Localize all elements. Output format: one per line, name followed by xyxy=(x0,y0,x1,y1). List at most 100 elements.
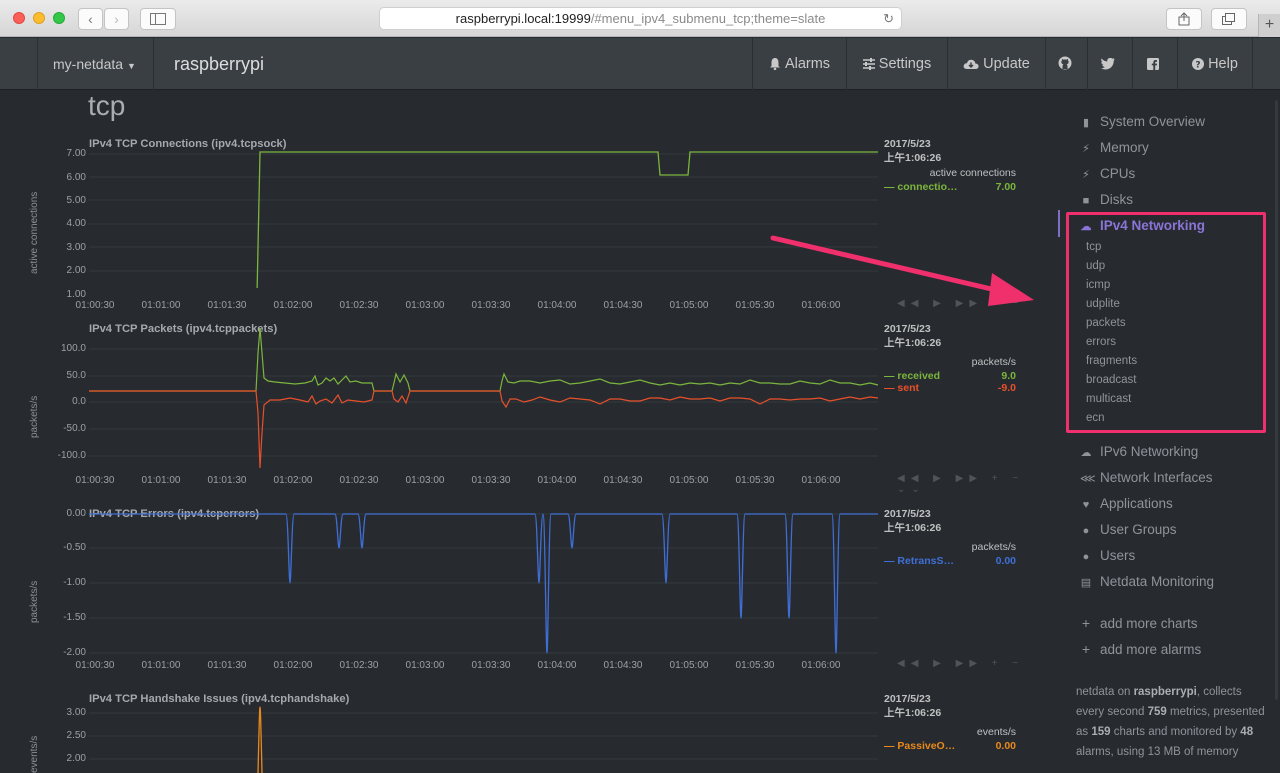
legend-dimension[interactable]: — connectio… 7.00 xyxy=(884,181,1016,193)
add-more-charts-link[interactable]: + add more charts xyxy=(1080,615,1198,631)
x-tick: 01:04:30 xyxy=(603,300,643,311)
bookmark-icon: ▮ xyxy=(1082,117,1090,129)
github-icon xyxy=(1058,56,1071,70)
tcp-errors-plot xyxy=(89,513,878,654)
dimension-name: sent xyxy=(897,382,920,394)
brand-dropdown-label: my-netdata xyxy=(53,56,124,72)
zoom-window-button[interactable] xyxy=(53,12,65,24)
facebook-link[interactable] xyxy=(1132,38,1177,90)
x-tick: 01:05:00 xyxy=(669,660,709,671)
update-button[interactable]: Update xyxy=(947,38,1045,90)
dimension-value: 0.00 xyxy=(995,555,1016,567)
scrollbar[interactable] xyxy=(1275,100,1278,700)
settings-button[interactable]: Settings xyxy=(846,38,947,90)
tcp-handshake-plot xyxy=(89,706,878,773)
twitter-link[interactable] xyxy=(1087,38,1132,90)
legend-dimension[interactable]: — RetransS… 0.00 xyxy=(884,555,1016,567)
x-tick: 01:03:00 xyxy=(405,300,445,311)
highlight-box xyxy=(1066,212,1266,433)
menu-system-overview[interactable]: ▮ System Overview xyxy=(1080,114,1205,129)
settings-label: Settings xyxy=(878,56,932,72)
menu-network-interfaces[interactable]: ⋘ Network Interfaces xyxy=(1080,470,1213,485)
chart-toolbox[interactable]: ◀◀ ▶ ▶▶ + − xyxy=(897,658,1024,669)
minimize-window-button[interactable] xyxy=(33,12,45,24)
chart-toolbox[interactable]: ◀◀ ▶ ▶▶ + − ⌄⌄ xyxy=(897,473,1058,495)
menu-memory[interactable]: ⚡︎ Memory xyxy=(1080,140,1149,155)
dimension-name: received xyxy=(897,370,941,382)
active-indicator xyxy=(1058,210,1060,237)
share-button[interactable] xyxy=(1166,8,1202,30)
menu-label: Netdata Monitoring xyxy=(1100,574,1215,589)
tcp-packets-plot xyxy=(89,327,879,469)
sidebar-toggle-button[interactable] xyxy=(140,8,176,30)
update-label: Update xyxy=(983,56,1030,72)
legend-dimension[interactable]: — sent -9.0 xyxy=(884,382,1016,394)
menu-user-groups[interactable]: ● User Groups xyxy=(1080,522,1177,537)
address-bar[interactable]: raspberrypi.local:19999/#menu_ipv4_subme… xyxy=(379,7,902,30)
plus-icon: + xyxy=(1081,641,1091,657)
plus-icon: + xyxy=(1081,615,1091,631)
legend-units: events/s xyxy=(976,726,1016,738)
legend-time: 上午1:06:26 xyxy=(884,337,942,349)
help-button[interactable]: ? Help xyxy=(1177,38,1253,90)
legend-time: 上午1:06:26 xyxy=(884,707,942,719)
tcp-packets-chart[interactable]: IPv4 TCP Packets (ipv4.tcppackets) packe… xyxy=(0,323,1058,508)
browser-toolbar: ‹ › raspberrypi.local:19999/#menu_ipv4_s… xyxy=(0,0,1280,37)
question-icon: ? xyxy=(1192,58,1205,71)
tcp-connections-chart[interactable]: IPv4 TCP Connections (ipv4.tcpsock) acti… xyxy=(0,138,1058,323)
legend-date: 2017/5/23 xyxy=(884,323,931,335)
x-tick: 01:00:30 xyxy=(75,660,115,671)
reload-icon[interactable]: ↻ xyxy=(883,8,894,29)
facebook-icon xyxy=(1147,58,1159,70)
legend-dimension[interactable]: — PassiveO… 0.00 xyxy=(884,740,1016,752)
alarms-button[interactable]: Alarms xyxy=(752,38,846,90)
tcp-handshake-chart[interactable]: IPv4 TCP Handshake Issues (ipv4.tcphands… xyxy=(0,693,1058,773)
x-tick: 01:03:00 xyxy=(405,475,445,486)
menu-label: Disks xyxy=(1100,192,1133,207)
bolt-icon: ⚡︎ xyxy=(1082,143,1090,155)
x-tick: 01:03:30 xyxy=(471,475,511,486)
top-navbar: my-netdata ▼ raspberrypi Alarms Settings… xyxy=(0,38,1280,90)
chart-legend: 2017/5/23 上午1:06:26 active connections —… xyxy=(884,138,1016,193)
tabs-button[interactable] xyxy=(1211,8,1247,30)
menu-label: add more alarms xyxy=(1100,642,1202,657)
x-tick: 01:04:30 xyxy=(603,660,643,671)
chart-legend: 2017/5/23 上午1:06:26 packets/s — RetransS… xyxy=(884,508,1016,567)
x-tick: 01:05:30 xyxy=(735,300,775,311)
dimension-name: PassiveO… xyxy=(897,740,956,752)
close-window-button[interactable] xyxy=(13,12,25,24)
caret-down-icon: ▼ xyxy=(126,61,136,71)
legend-time: 上午1:06:26 xyxy=(884,522,942,534)
x-tick: 01:02:00 xyxy=(273,660,313,671)
menu-disks[interactable]: ■ Disks xyxy=(1080,192,1133,207)
menu-users[interactable]: ● Users xyxy=(1080,548,1136,563)
new-tab-button[interactable]: + xyxy=(1258,14,1280,37)
x-tick: 01:05:00 xyxy=(669,300,709,311)
folder-icon: ■ xyxy=(1082,195,1090,207)
x-tick: 01:04:30 xyxy=(603,475,643,486)
help-label: Help xyxy=(1208,56,1238,72)
github-link[interactable] xyxy=(1045,38,1087,90)
tcp-errors-chart[interactable]: IPv4 TCP Errors (ipv4.tcperrors) packets… xyxy=(0,508,1058,693)
sliders-icon xyxy=(862,58,875,70)
legend-dimension[interactable]: — received 9.0 xyxy=(884,370,1016,382)
menu-applications[interactable]: ♥ Applications xyxy=(1080,496,1173,511)
menu-ipv6-networking[interactable]: ☁ IPv6 Networking xyxy=(1080,444,1199,459)
x-tick: 01:02:30 xyxy=(339,300,379,311)
menu-cpus[interactable]: ⚡︎ CPUs xyxy=(1080,166,1135,181)
brand-dropdown[interactable]: my-netdata ▼ xyxy=(37,38,154,90)
share-icon: ⋘ xyxy=(1080,473,1096,485)
back-button[interactable]: ‹ xyxy=(78,8,103,30)
forward-button[interactable]: › xyxy=(104,8,129,30)
add-more-alarms-link[interactable]: + add more alarms xyxy=(1080,641,1201,657)
chart-toolbox[interactable]: ◀◀ ▶ ▶▶ + − xyxy=(897,298,1024,309)
menu-label: CPUs xyxy=(1100,166,1136,181)
passive-opens-line xyxy=(257,706,263,773)
tabs-icon xyxy=(1222,13,1235,25)
cloud-download-icon xyxy=(963,59,979,69)
menu-label: IPv6 Networking xyxy=(1100,444,1199,459)
menu-netdata-monitoring[interactable]: ▤ Netdata Monitoring xyxy=(1080,574,1214,589)
legend-units: packets/s xyxy=(971,356,1016,368)
url-path: /#menu_ipv4_submenu_tcp;theme=slate xyxy=(590,11,826,26)
x-tick: 01:01:00 xyxy=(141,300,181,311)
